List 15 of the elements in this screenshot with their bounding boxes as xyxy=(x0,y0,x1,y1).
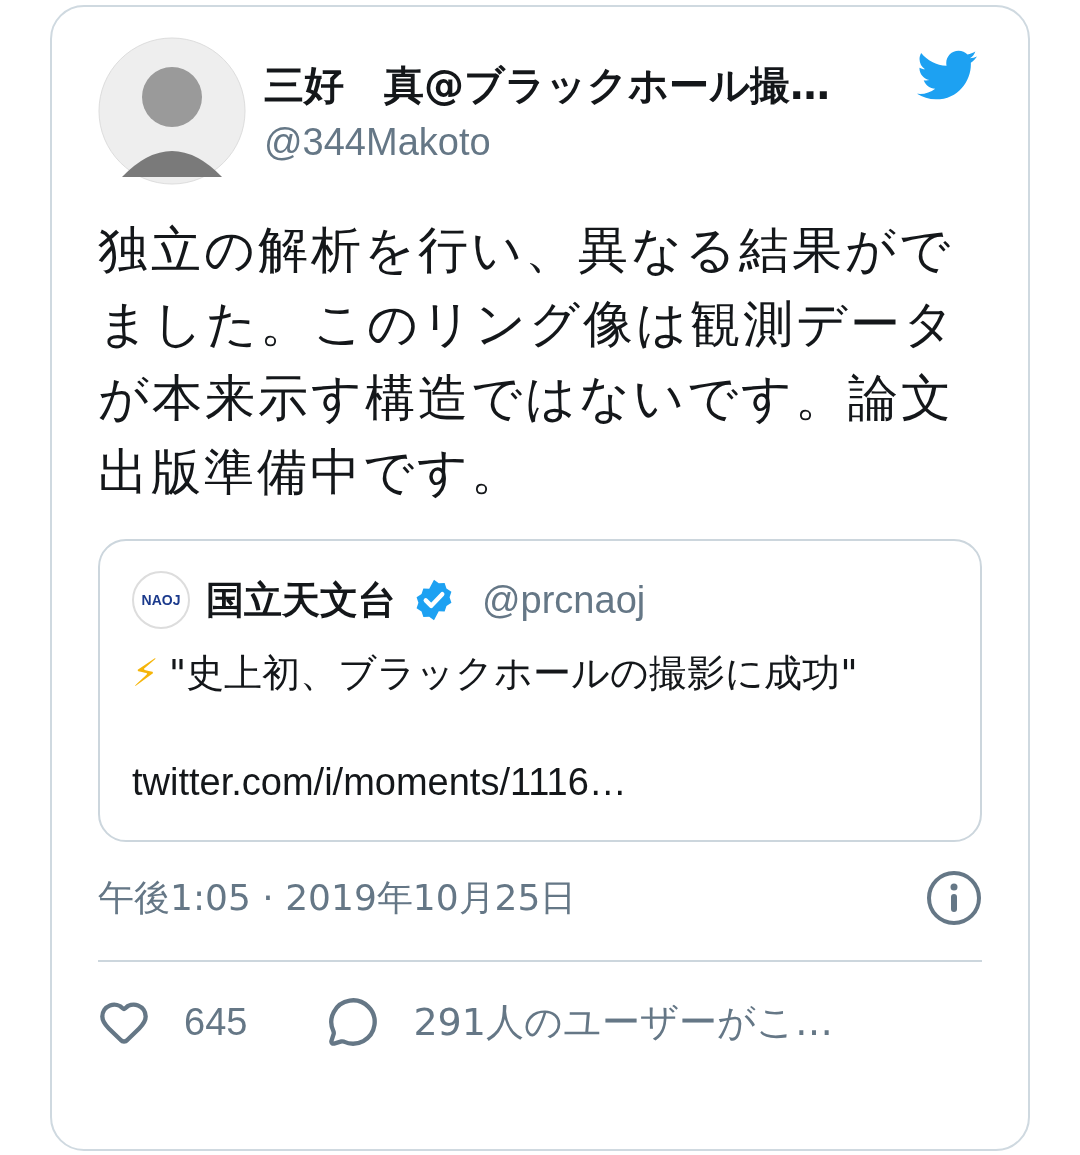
info-icon[interactable] xyxy=(926,870,982,926)
author-name[interactable]: 三好 真@ブラックホール撮… xyxy=(264,58,894,113)
author-handle[interactable]: @344Makoto xyxy=(264,121,894,164)
quoted-tweet[interactable]: NAOJ 国立天文台 @prcnaoj ⚡ "史上初、ブラックホールの撮影に成功" twitter.com/i/moments/1116… xyxy=(98,539,982,842)
like-count: 645 xyxy=(184,1000,248,1044)
quoted-text: ⚡ "史上初、ブラックホールの撮影に成功" xyxy=(132,650,859,697)
reply-summary[interactable]: 291人のユーザーがこ… xyxy=(413,996,833,1048)
logo-text: NAOJ xyxy=(141,592,181,608)
tweet-text: 独立の解析を行い、異なる結果がでました。このリング像は観測データが本来示す構造ではないです。論文出版準備中です。 xyxy=(98,220,958,503)
comment-icon[interactable] xyxy=(327,996,380,1048)
timestamp[interactable]: 午後1:05 · 2019年10月25日 xyxy=(98,873,577,923)
quoted-author-handle: @prcnaoj xyxy=(482,578,646,622)
quoted-author-name: 国立天文台 xyxy=(206,576,396,624)
moment-link[interactable]: twitter.com/i/moments/1116… xyxy=(132,761,948,804)
avatar[interactable] xyxy=(98,37,246,185)
